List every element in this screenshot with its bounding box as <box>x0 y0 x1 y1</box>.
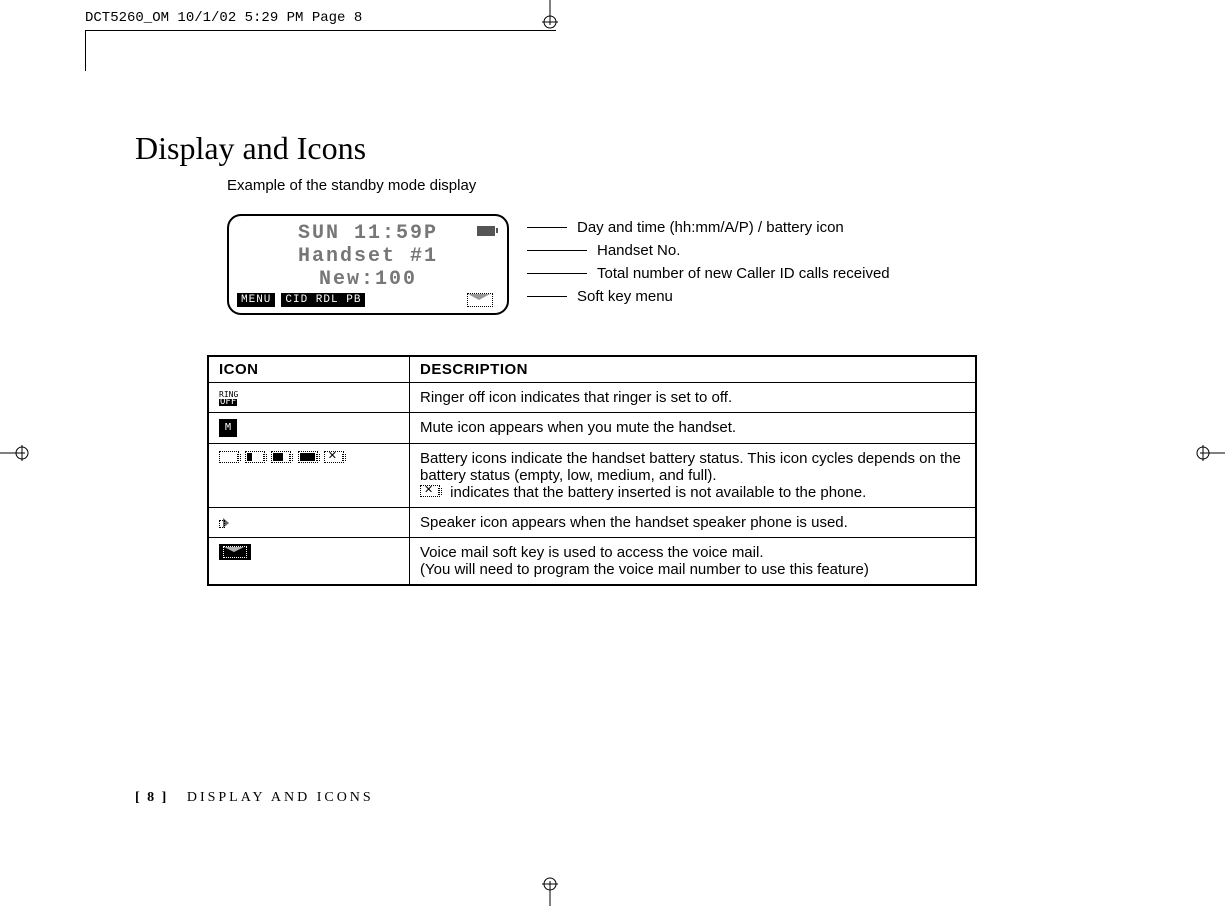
mute-icon: M <box>208 413 410 444</box>
battery-desc: Battery icons indicate the handset batte… <box>410 444 977 508</box>
page-number: [ 8 ] <box>135 790 168 805</box>
lcd-display: SUN 11:59P Handset #1 New:100 MENU CID R… <box>227 214 509 315</box>
page-title: Display and Icons <box>135 130 985 167</box>
icon-description-table: ICON DESCRIPTION RINGOFF Ringer off icon… <box>207 355 977 586</box>
crop-mark-right <box>1195 443 1225 463</box>
battery-unavailable-icon <box>420 485 440 497</box>
callout-new-calls: Total number of new Caller ID calls rece… <box>597 265 890 282</box>
lcd-line-handset: Handset #1 <box>233 245 503 268</box>
crop-mark-left <box>0 443 30 463</box>
table-head-desc: DESCRIPTION <box>410 356 977 383</box>
mute-desc: Mute icon appears when you mute the hand… <box>410 413 977 444</box>
voicemail-desc: Voice mail soft key is used to access th… <box>410 538 977 586</box>
speaker-icon <box>208 508 410 538</box>
speaker-desc: Speaker icon appears when the handset sp… <box>410 508 977 538</box>
table-row: Speaker icon appears when the handset sp… <box>208 508 976 538</box>
table-row: Voice mail soft key is used to access th… <box>208 538 976 586</box>
callout-group: Day and time (hh:mm/A/P) / battery icon … <box>527 216 890 308</box>
table-row: Battery icons indicate the handset batte… <box>208 444 976 508</box>
table-row: RINGOFF Ringer off icon indicates that r… <box>208 383 976 413</box>
ringer-off-desc: Ringer off icon indicates that ringer is… <box>410 383 977 413</box>
footer: [ 8 ] DISPLAY AND ICONS <box>135 790 374 806</box>
top-rule <box>85 30 556 71</box>
crop-mark-top <box>540 0 560 30</box>
softkey-menu: MENU <box>237 293 275 307</box>
crop-mark-bottom <box>540 876 560 906</box>
battery-icons <box>208 444 410 508</box>
softkey-voicemail-icon <box>467 293 493 307</box>
ringer-off-icon: RINGOFF <box>208 383 410 413</box>
callout-softkey: Soft key menu <box>577 288 673 305</box>
subtitle: Example of the standby mode display <box>227 177 985 194</box>
print-header: DCT5260_OM 10/1/02 5:29 PM Page 8 <box>85 10 362 26</box>
battery-icon <box>477 226 497 238</box>
table-head-icon: ICON <box>208 356 410 383</box>
callout-datetime: Day and time (hh:mm/A/P) / battery icon <box>577 219 844 236</box>
table-row: M Mute icon appears when you mute the ha… <box>208 413 976 444</box>
lcd-line-datetime: SUN 11:59P <box>233 222 503 245</box>
lcd-line-new: New:100 <box>233 268 503 291</box>
voicemail-icon <box>208 538 410 586</box>
softkey-cid: CID RDL PB <box>281 293 365 307</box>
callout-handset: Handset No. <box>597 242 680 259</box>
footer-section: DISPLAY AND ICONS <box>187 790 374 805</box>
